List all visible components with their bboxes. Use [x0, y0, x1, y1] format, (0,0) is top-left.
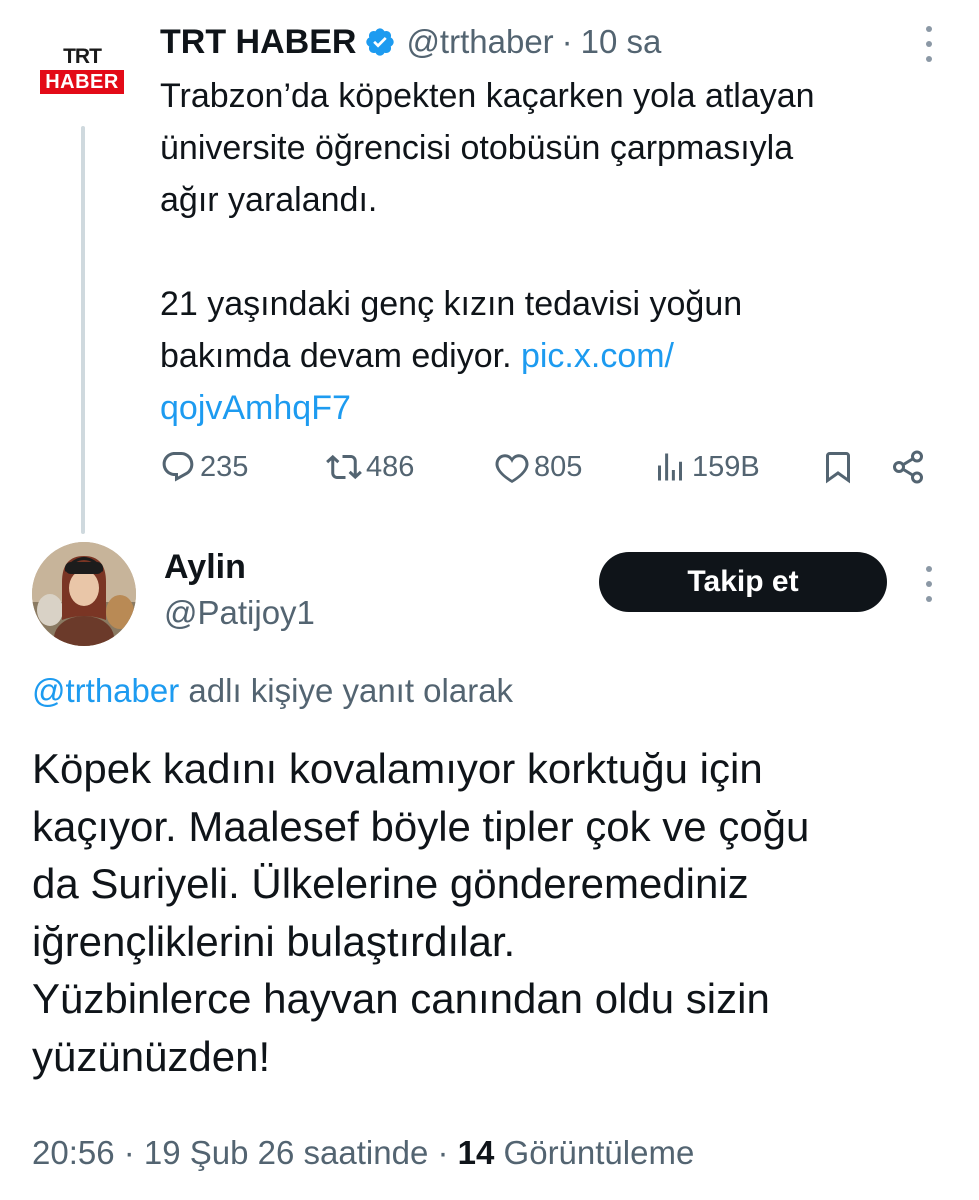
verified-badge-icon	[366, 28, 395, 56]
parent-tweet-text: Trabzon’da köpekten kaçarken yola atlaya…	[160, 70, 960, 434]
analytics-icon	[658, 453, 682, 481]
reply-tweet-text: Köpek kadını kovalamıyor korktuğu için k…	[32, 740, 952, 1085]
logo-bottom-text: HABER	[40, 70, 124, 94]
text-line: üniversite öğrencisi otobüsün çarpmasıyl…	[160, 129, 794, 167]
bookmark-icon	[826, 452, 850, 484]
heart-icon	[495, 454, 529, 484]
tweet-time[interactable]: 10 sa	[581, 23, 662, 61]
reply-mention-link[interactable]: @trthaber	[32, 672, 179, 709]
tweet-metadata: 20:56 · 19 Şub 26 saatinde · 14 Görüntül…	[32, 1134, 694, 1172]
views-count: 159B	[692, 450, 760, 483]
repost-count: 486	[366, 450, 415, 483]
text-line: yüzünüzden!	[32, 1032, 271, 1080]
views-label: Görüntüleme	[503, 1134, 695, 1171]
tweet-date[interactable]: 19 Şub 26 saatinde	[144, 1134, 428, 1171]
thread-connector-line	[81, 126, 85, 534]
more-options-icon[interactable]	[921, 26, 937, 62]
author-name[interactable]: TRT HABER	[160, 23, 356, 62]
reply-to-suffix: adlı kişiye yanıt olarak	[179, 672, 514, 709]
reply-author-handle[interactable]: @Patijoy1	[164, 594, 315, 632]
views-count: 14	[457, 1134, 495, 1171]
author-handle[interactable]: @trthaber	[406, 23, 553, 61]
reply-author-name[interactable]: Aylin	[164, 548, 246, 587]
tweet-actions-bar: 235 486 805 159B	[160, 442, 940, 492]
logo-top-text: TRT	[63, 45, 102, 68]
text-line: ağır yaralandı.	[160, 181, 378, 219]
separator-dot: ·	[114, 1134, 144, 1171]
like-count: 805	[534, 450, 583, 483]
share-icon	[893, 450, 923, 484]
text-line: Yüzbinlerce hayvan canından oldu sizin	[32, 975, 770, 1022]
parent-tweet[interactable]: TRT HABER TRT HABER @trthaber · 10 sa Tr…	[0, 0, 979, 534]
avatar-photo	[32, 542, 136, 646]
replying-to-line: @trthaber adlı kişiye yanıt olarak	[32, 672, 513, 710]
media-link-continued[interactable]: qojvAmhqF7	[160, 389, 351, 427]
media-link[interactable]: pic.x.com/	[521, 337, 674, 375]
text-line: Köpek kadını kovalamıyor korktuğu için	[32, 745, 763, 792]
tweet-time[interactable]: 20:56	[32, 1134, 115, 1171]
text-line: da Suriyeli. Ülkelerine gönderemediniz	[32, 860, 749, 907]
reply-button[interactable]: 235	[160, 442, 248, 492]
repost-button[interactable]: 486	[326, 442, 414, 492]
text-line: kaçıyor. Maalesef böyle tipler çok ve ço…	[32, 802, 810, 850]
text-line-prefix: bakımda devam ediyor.	[160, 337, 521, 375]
reply-more-options-icon[interactable]	[921, 566, 937, 602]
reply-count: 235	[200, 450, 249, 483]
text-line: 21 yaşındaki genç kızın tedavisi yoğun	[160, 285, 743, 323]
separator-dot: ·	[428, 1134, 458, 1171]
share-button[interactable]	[890, 442, 926, 492]
bookmark-button[interactable]	[820, 442, 856, 492]
parent-tweet-header: TRT HABER @trthaber · 10 sa	[160, 22, 661, 62]
avatar[interactable]	[32, 542, 136, 646]
views-button[interactable]: 159B	[652, 442, 760, 492]
follow-button[interactable]: Takip et	[599, 552, 887, 612]
text-line: Trabzon’da köpekten kaçarken yola atlaya…	[160, 77, 815, 115]
text-line: bakımda devam ediyor. pic.x.com/	[160, 330, 960, 382]
separator-dot: ·	[561, 23, 573, 60]
like-button[interactable]: 805	[494, 442, 582, 492]
repost-icon	[326, 454, 362, 480]
reply-icon	[162, 452, 194, 482]
trt-haber-logo[interactable]: TRT HABER	[32, 46, 132, 102]
text-line: iğrençliklerini bulaştırdılar.	[32, 917, 516, 965]
